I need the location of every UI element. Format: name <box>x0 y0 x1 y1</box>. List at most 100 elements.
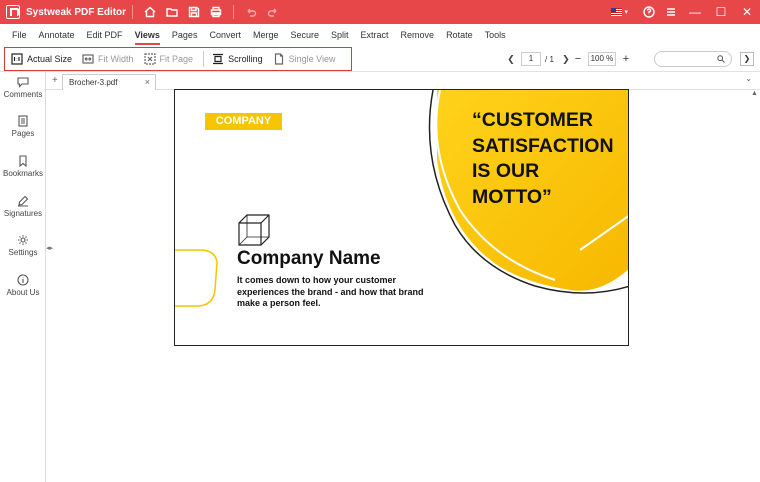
document-tab-name: Brocher-3.pdf <box>69 78 118 87</box>
sidebar-item-comments[interactable]: Comments <box>0 76 46 99</box>
menu-secure[interactable]: Secure <box>284 24 325 46</box>
view-tools-group: Actual Size Fit Width Fit Page Scrolling… <box>4 46 353 71</box>
motto-line-4: MOTTO” <box>472 185 552 208</box>
zoom-out-icon[interactable]: − <box>572 53 584 65</box>
actual-size-label: Actual Size <box>27 53 73 64</box>
scrolling-icon <box>213 53 224 64</box>
app-title: Systweak PDF Editor <box>26 6 127 18</box>
document-tab-strip: + Brocher-3.pdf × ⌄ <box>46 72 760 90</box>
new-tab-plus-icon[interactable]: + <box>52 75 58 86</box>
menu-tools[interactable]: Tools <box>479 24 512 46</box>
fit-width-icon <box>82 53 94 64</box>
page-navigation: ❮ 1 / 1 ❯ − 100 % + <box>505 49 632 69</box>
toolbar-separator <box>203 50 205 67</box>
sidebar-item-pages[interactable]: Pages <box>0 115 46 138</box>
redo-icon[interactable] <box>262 1 284 23</box>
title-right-controls: ▾ — ☐ ✕ <box>611 0 760 24</box>
menu-annotate[interactable]: Annotate <box>33 24 81 46</box>
company-description: It comes down to how your customer exper… <box>237 275 447 310</box>
title-separator <box>132 5 134 19</box>
sidebar-label-about: About Us <box>6 288 40 297</box>
motto-line-2: SATISFACTION <box>472 134 614 157</box>
sidebar-label-signatures: Signatures <box>3 209 43 218</box>
company-label-badge: COMPANY <box>205 113 282 130</box>
info-icon <box>17 274 29 286</box>
menu-views[interactable]: Views <box>129 24 166 46</box>
zoom-in-icon[interactable]: + <box>620 53 632 65</box>
single-view-label: Single View <box>288 53 336 64</box>
menu-rotate[interactable]: Rotate <box>440 24 479 46</box>
search-next-icon[interactable]: ❯ <box>740 52 754 66</box>
motto-line-3: IS OUR <box>472 160 540 182</box>
previous-page-icon[interactable]: ❮ <box>505 51 517 67</box>
help-icon[interactable] <box>638 1 660 23</box>
menu-pages[interactable]: Pages <box>166 24 204 46</box>
fit-page-icon <box>143 52 156 65</box>
scroll-up-arrow-icon[interactable]: ▲ <box>751 90 758 97</box>
sidebar-item-bookmarks[interactable]: Bookmarks <box>0 155 46 178</box>
sidebar-label-comments: Comments <box>3 90 43 99</box>
menu-extract[interactable]: Extract <box>355 24 395 46</box>
actual-size-icon <box>11 52 23 65</box>
yellow-rounded-square-shape <box>175 249 218 307</box>
description-line-1: It comes down to how your customer <box>237 275 397 285</box>
signature-pen-icon <box>18 195 29 207</box>
next-page-icon[interactable]: ❯ <box>560 51 572 67</box>
comments-icon <box>17 77 29 88</box>
fit-width-label: Fit Width <box>98 53 134 64</box>
motto-quote: “CUSTOMER SATISFACTION IS OUR MOTTO” <box>472 108 628 210</box>
gear-icon <box>18 235 28 245</box>
search-input[interactable] <box>661 52 721 66</box>
print-icon[interactable] <box>205 1 227 23</box>
menu-edit-pdf[interactable]: Edit PDF <box>81 24 129 46</box>
menu-remove[interactable]: Remove <box>395 24 441 46</box>
language-caret-icon[interactable]: ▾ <box>624 8 628 16</box>
save-icon[interactable] <box>183 1 205 23</box>
sidebar-item-about[interactable]: About Us <box>0 274 46 297</box>
company-name-heading: Company Name <box>237 248 381 269</box>
sidebar-label-settings: Settings <box>8 248 38 257</box>
zoom-level-input[interactable]: 100 % <box>587 52 616 66</box>
sidebar-item-settings[interactable]: Settings <box>0 234 46 257</box>
actual-size-button[interactable]: Actual Size <box>11 49 72 69</box>
maximize-button[interactable]: ☐ <box>708 0 734 24</box>
title-bar: Systweak PDF Editor ▾ — ☐ ✕ <box>0 0 760 24</box>
home-icon[interactable] <box>139 1 161 23</box>
minimize-button[interactable]: — <box>682 0 708 24</box>
search-icon[interactable] <box>717 55 725 63</box>
menu-convert[interactable]: Convert <box>203 24 247 46</box>
title-separator-2 <box>233 5 235 19</box>
menu-split[interactable]: Split <box>325 24 355 46</box>
undo-icon[interactable] <box>240 1 262 23</box>
menu-merge[interactable]: Merge <box>247 24 285 46</box>
document-tab[interactable]: Brocher-3.pdf × <box>62 74 156 90</box>
current-page-input[interactable]: 1 <box>521 52 541 66</box>
fit-page-label: Fit Page <box>159 53 194 64</box>
pdf-page: COMPANY “CUSTOMER SATISFACTION IS OUR MO… <box>174 89 629 346</box>
hamburger-menu-icon[interactable] <box>660 1 682 23</box>
menu-file[interactable]: File <box>6 24 33 46</box>
close-window-button[interactable]: ✕ <box>734 0 760 24</box>
sidebar-label-pages: Pages <box>11 129 35 138</box>
views-toolbar: Actual Size Fit Width Fit Page Scrolling… <box>0 46 760 72</box>
fit-page-button[interactable]: Fit Page <box>143 49 194 69</box>
close-tab-icon[interactable]: × <box>145 75 150 90</box>
pages-icon <box>18 115 28 127</box>
search-field[interactable] <box>654 51 732 67</box>
tab-dropdown-icon[interactable]: ⌄ <box>745 74 752 83</box>
single-view-button[interactable]: Single View <box>273 49 336 69</box>
sidebar-collapse-handle-icon[interactable]: ◂▸ <box>46 244 53 252</box>
cube-logo-icon <box>238 214 270 246</box>
scrolling-button[interactable]: Scrolling <box>212 49 263 69</box>
description-line-2: experiences the brand - and how that bra… <box>237 286 424 297</box>
sidebar-item-signatures[interactable]: Signatures <box>0 195 46 218</box>
sidebar-label-bookmarks: Bookmarks <box>2 169 43 178</box>
total-pages: / 1 <box>545 54 554 64</box>
left-sidebar: Comments Pages Bookmarks Signatures Sett… <box>0 72 46 482</box>
app-logo-icon <box>6 5 20 19</box>
fit-width-button[interactable]: Fit Width <box>82 49 134 69</box>
language-flag-icon[interactable] <box>611 8 623 16</box>
description-line-3: make a person feel. <box>237 298 321 308</box>
scrolling-label: Scrolling <box>228 53 263 64</box>
open-folder-icon[interactable] <box>161 1 183 23</box>
